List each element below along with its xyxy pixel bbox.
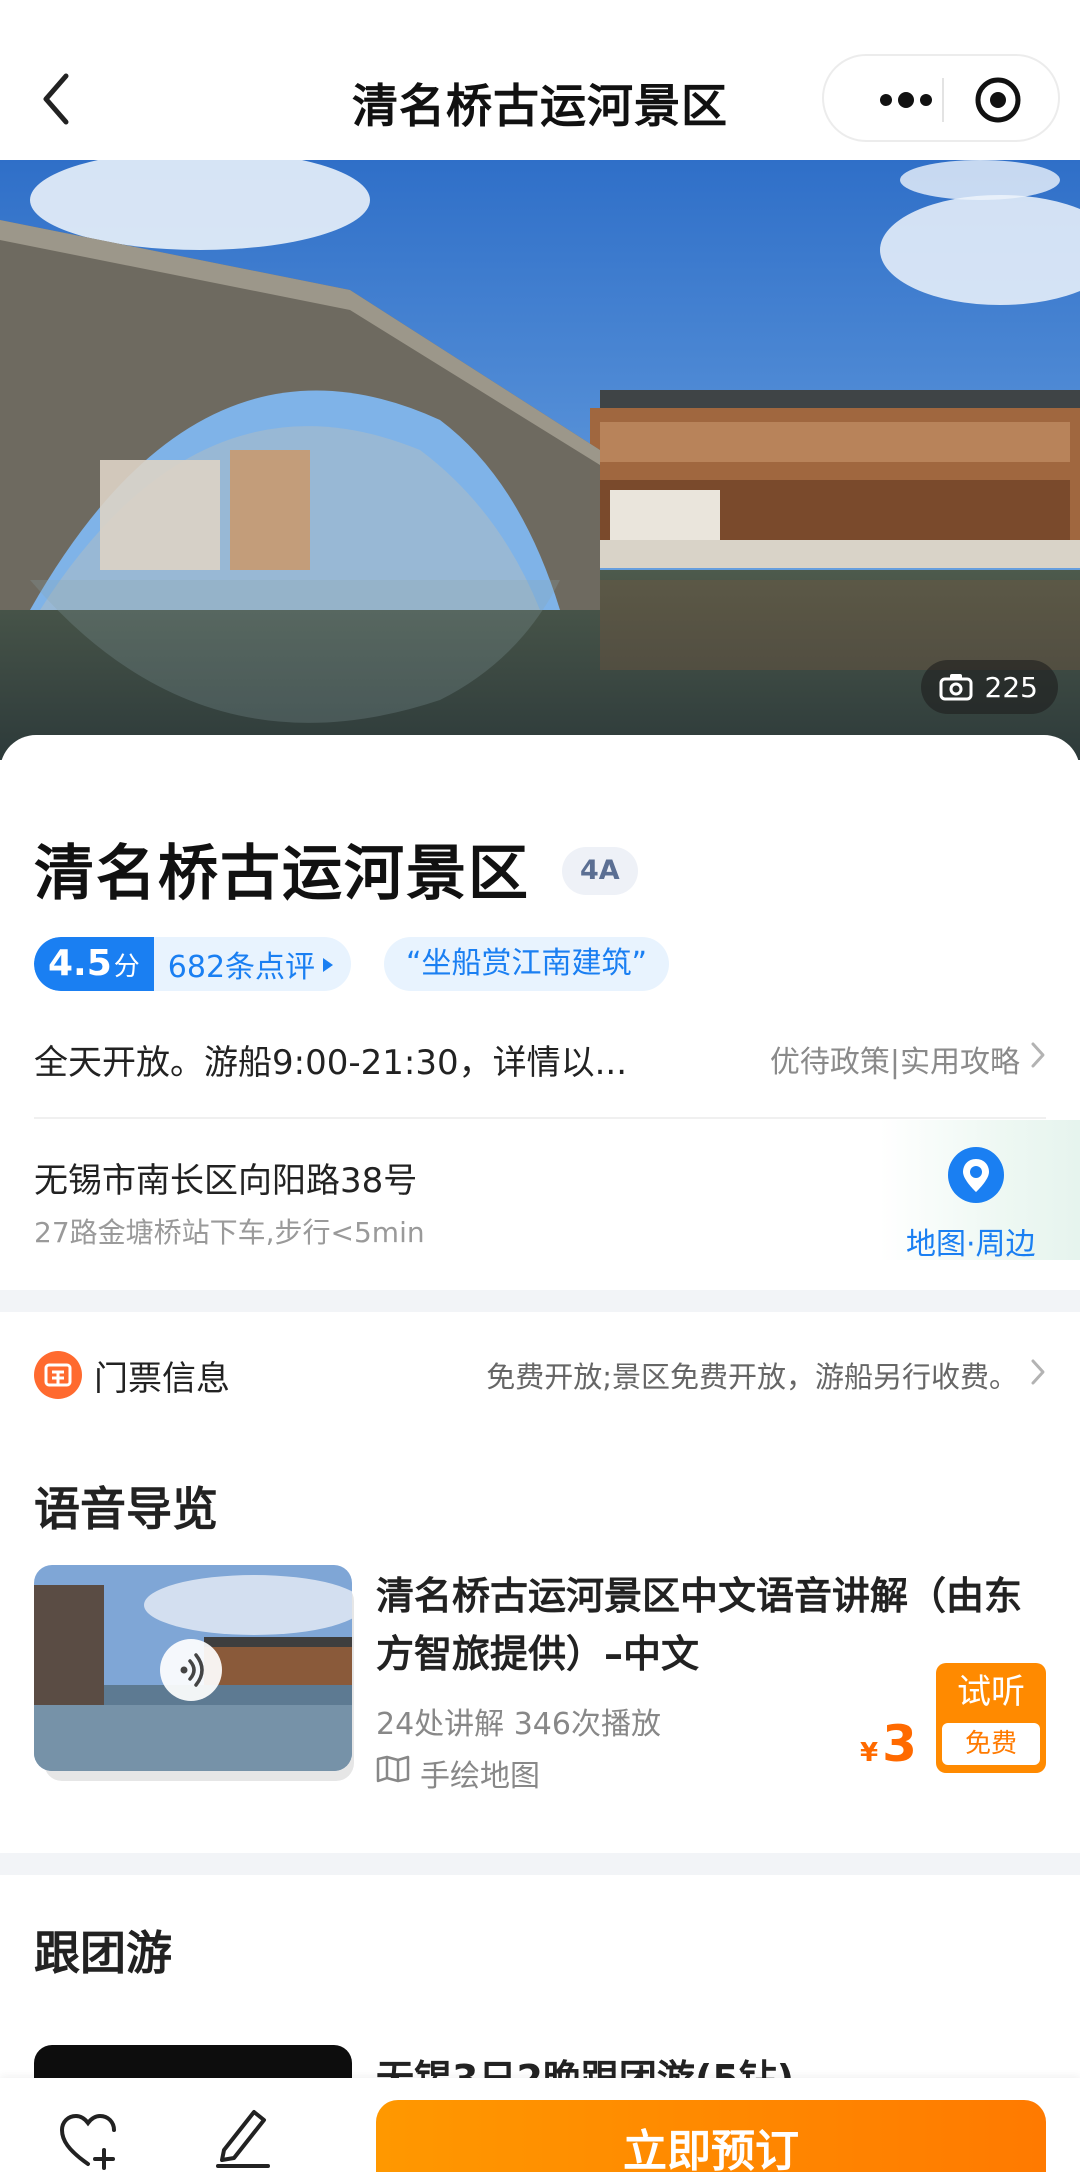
hand-drawn-map-label: 手绘地图 bbox=[420, 1759, 540, 1794]
review-count-label: 682条点评 bbox=[167, 950, 316, 985]
review-count[interactable]: 682条点评 bbox=[154, 942, 351, 986]
mini-program-capsule bbox=[822, 54, 1060, 142]
map-nearby-link[interactable]: 地图·周边 bbox=[906, 1219, 1036, 1263]
ticket-label: 门票信息 bbox=[94, 1358, 230, 1399]
highlight-tag[interactable]: “坐船赏江南建筑” bbox=[384, 937, 670, 991]
try-listen-label: 试听 bbox=[957, 1672, 1025, 1712]
section-separator bbox=[0, 1853, 1080, 1875]
chevron-right-icon bbox=[1030, 1041, 1046, 1077]
photo-count: 225 bbox=[984, 670, 1038, 704]
free-label: 免费 bbox=[942, 1723, 1040, 1765]
price-value: 3 bbox=[882, 1715, 917, 1773]
audio-guide-heading: 语音导览 bbox=[34, 1482, 218, 1536]
rating-unit: 分 bbox=[113, 952, 140, 982]
map-pin-icon[interactable] bbox=[948, 1147, 1004, 1203]
caret-right-icon bbox=[321, 947, 335, 982]
audio-guide-price: ¥ 3 bbox=[860, 1715, 917, 1773]
opening-hours: 全天开放。游船9:00-21:30，详情以... bbox=[34, 1042, 628, 1083]
bottom-action-bar: 立即预订 bbox=[0, 2078, 1080, 2172]
group-tour-heading: 跟团游 bbox=[34, 1926, 172, 1980]
audio-guide-thumbnail[interactable] bbox=[34, 1565, 352, 1771]
transit-info: 27路金塘桥站下车,步行<5min bbox=[34, 1216, 425, 1249]
try-listen-button[interactable]: 试听 免费 bbox=[936, 1663, 1046, 1773]
rating-pill[interactable]: 4.5 分 682条点评 bbox=[34, 937, 352, 991]
camera-icon bbox=[939, 673, 973, 701]
book-now-button[interactable]: 立即预订 bbox=[376, 2100, 1046, 2172]
policy-link[interactable]: 优待政策|实用攻略 bbox=[770, 1037, 1046, 1081]
more-dots-icon[interactable] bbox=[854, 76, 954, 124]
audio-guide-stats: 24处讲解 346次播放 bbox=[376, 1707, 661, 1742]
chevron-right-icon bbox=[1030, 1358, 1046, 1393]
favorite-add-icon[interactable] bbox=[58, 2112, 120, 2170]
ticket-icon bbox=[34, 1351, 82, 1399]
ticket-info-row[interactable]: 门票信息 免费开放;景区免费开放，游船另行收费。 bbox=[34, 1347, 1046, 1403]
audio-guide-card[interactable]: 清名桥古运河景区中文语音讲解（由东方智旅提供）–中文 24处讲解 346次播放 … bbox=[34, 1565, 1046, 1795]
address[interactable]: 无锡市南长区向阳路38号 bbox=[34, 1153, 417, 1202]
photo-count-badge[interactable]: 225 bbox=[920, 660, 1058, 714]
target-icon[interactable] bbox=[974, 76, 1022, 124]
level-badge: 4A bbox=[562, 847, 638, 895]
section-separator bbox=[0, 1290, 1080, 1312]
edit-pen-icon[interactable] bbox=[214, 2106, 272, 2168]
capsule-divider bbox=[942, 78, 944, 122]
poi-name: 清名桥古运河景区 bbox=[34, 839, 530, 909]
rating-score: 4.5 分 bbox=[34, 937, 154, 991]
poi-detail-card: 清名桥古运河景区 4A 4.5 分 682条点评 “坐船赏江南建筑” 全天开放。… bbox=[0, 735, 1080, 2101]
hand-drawn-map[interactable]: 手绘地图 bbox=[376, 1751, 540, 1795]
rating-value: 4.5 bbox=[48, 943, 112, 984]
audio-play-icon[interactable] bbox=[160, 1639, 222, 1701]
opening-hours-row[interactable]: 全天开放。游船9:00-21:30，详情以... 优待政策|实用攻略 bbox=[34, 1035, 1046, 1083]
top-nav-bar: 清名桥古运河景区 bbox=[0, 0, 1080, 160]
ticket-summary-text: 免费开放;景区免费开放，游船另行收费。 bbox=[486, 1360, 1018, 1394]
map-icon bbox=[376, 1755, 410, 1791]
hero-gallery[interactable]: 225 bbox=[0, 160, 1080, 760]
divider bbox=[34, 1117, 1046, 1119]
hero-photo bbox=[0, 160, 1080, 760]
policy-link-label: 优待政策|实用攻略 bbox=[769, 1045, 1020, 1080]
ticket-summary: 免费开放;景区免费开放，游船另行收费。 bbox=[486, 1354, 1046, 1396]
price-currency: ¥ bbox=[860, 1738, 879, 1768]
